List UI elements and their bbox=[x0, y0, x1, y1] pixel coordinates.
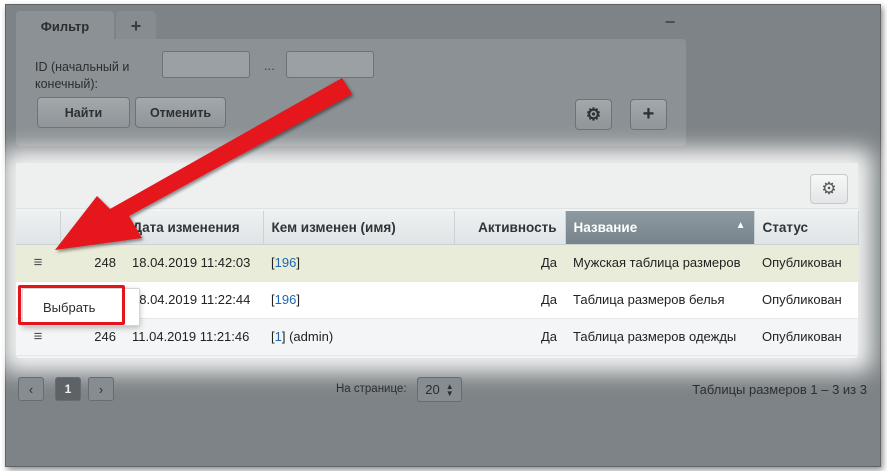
per-page-value: 20 bbox=[425, 382, 440, 397]
table-row[interactable]: ≡ 248 18.04.2019 11:42:03 [196] Да Мужск… bbox=[16, 244, 858, 282]
cell-modified-by: [196] bbox=[263, 244, 454, 282]
tab-filter[interactable]: Фильтр bbox=[16, 11, 114, 42]
column-header-modified-by[interactable]: Кем изменен (имя) bbox=[263, 211, 455, 245]
per-page-label: На странице: bbox=[336, 383, 407, 395]
column-header-name-label: Название bbox=[573, 219, 638, 235]
grid-panel: ⚙ Дата изменения Кем изменен (имя) Актив… bbox=[16, 163, 859, 358]
filter-settings-button[interactable]: ⚙ bbox=[575, 99, 612, 130]
cell-date: 18.04.2019 11:22:44 bbox=[124, 281, 263, 319]
filter-panel: ID (начальный и конечный): ... Найти Отм… bbox=[16, 39, 686, 146]
sort-asc-icon: ▲ bbox=[735, 219, 746, 231]
add-filter-field-button[interactable]: + bbox=[630, 99, 667, 130]
id-from-input[interactable] bbox=[162, 51, 250, 78]
table-row[interactable]: ≡ 246 11.04.2019 11:21:46 [1] (admin) Да… bbox=[16, 318, 858, 356]
column-header-id[interactable] bbox=[60, 211, 125, 245]
cell-date: 18.04.2019 11:42:03 bbox=[124, 244, 263, 282]
pager-next-button[interactable]: › bbox=[88, 377, 114, 401]
gear-icon: ⚙ bbox=[821, 179, 837, 198]
cell-date: 11.04.2019 11:21:46 bbox=[124, 318, 263, 356]
column-header-status[interactable]: Статус bbox=[754, 211, 859, 245]
add-filter-tab-button[interactable]: + bbox=[116, 11, 156, 42]
column-header-name[interactable]: Название ▲ bbox=[565, 211, 755, 245]
cell-active: Да bbox=[454, 281, 565, 319]
cell-name: Мужская таблица размеров bbox=[565, 244, 754, 282]
cell-modified-by: [196] bbox=[263, 281, 454, 319]
row-menu-icon[interactable]: ≡ bbox=[34, 254, 43, 271]
size-tables-grid: Дата изменения Кем изменен (имя) Активно… bbox=[16, 211, 859, 356]
gear-icon: ⚙ bbox=[585, 104, 602, 124]
cell-status: Опубликован bbox=[754, 318, 858, 356]
cell-name: Таблица размеров одежды bbox=[565, 318, 754, 356]
annotation-highlight-box bbox=[18, 285, 125, 325]
range-separator: ... bbox=[264, 58, 275, 73]
per-page-select[interactable]: 20 ▲ ▼ bbox=[417, 377, 462, 402]
spinner-icon: ▲ ▼ bbox=[445, 381, 454, 398]
cell-modified-by: [1] (admin) bbox=[263, 318, 454, 356]
cell-id: 248 bbox=[60, 244, 124, 282]
cell-status: Опубликован bbox=[754, 244, 858, 282]
collapse-filter-icon[interactable]: − bbox=[663, 13, 677, 31]
cell-name: Таблица размеров белья bbox=[565, 281, 754, 319]
cell-active: Да bbox=[454, 244, 565, 282]
id-to-input[interactable] bbox=[286, 51, 374, 78]
find-button[interactable]: Найти bbox=[37, 97, 130, 128]
cancel-button[interactable]: Отменить bbox=[135, 97, 226, 128]
header-row: Дата изменения Кем изменен (имя) Активно… bbox=[16, 211, 859, 245]
cell-active: Да bbox=[454, 318, 565, 356]
cell-status: Опубликован bbox=[754, 281, 858, 319]
id-range-label: ID (начальный и конечный): bbox=[35, 60, 130, 91]
user-link[interactable]: 1 bbox=[275, 329, 282, 344]
table-row[interactable]: ≡ 247 18.04.2019 11:22:44 [196] Да Табли… bbox=[16, 281, 858, 319]
row-menu-icon[interactable]: ≡ bbox=[34, 328, 43, 345]
pager-summary: Таблицы размеров 1 – 3 из 3 bbox=[692, 382, 867, 397]
column-header-active[interactable]: Активность bbox=[454, 211, 566, 245]
column-header-date[interactable]: Дата изменения bbox=[124, 211, 264, 245]
grid-settings-button[interactable]: ⚙ bbox=[810, 174, 848, 204]
user-link[interactable]: 196 bbox=[275, 255, 297, 270]
user-link[interactable]: 196 bbox=[275, 292, 297, 307]
pager-page-1[interactable]: 1 bbox=[55, 377, 81, 401]
column-header-actions bbox=[16, 211, 61, 245]
grid-toolbar: ⚙ bbox=[16, 163, 858, 209]
pager-prev-button[interactable]: ‹ bbox=[18, 377, 44, 401]
